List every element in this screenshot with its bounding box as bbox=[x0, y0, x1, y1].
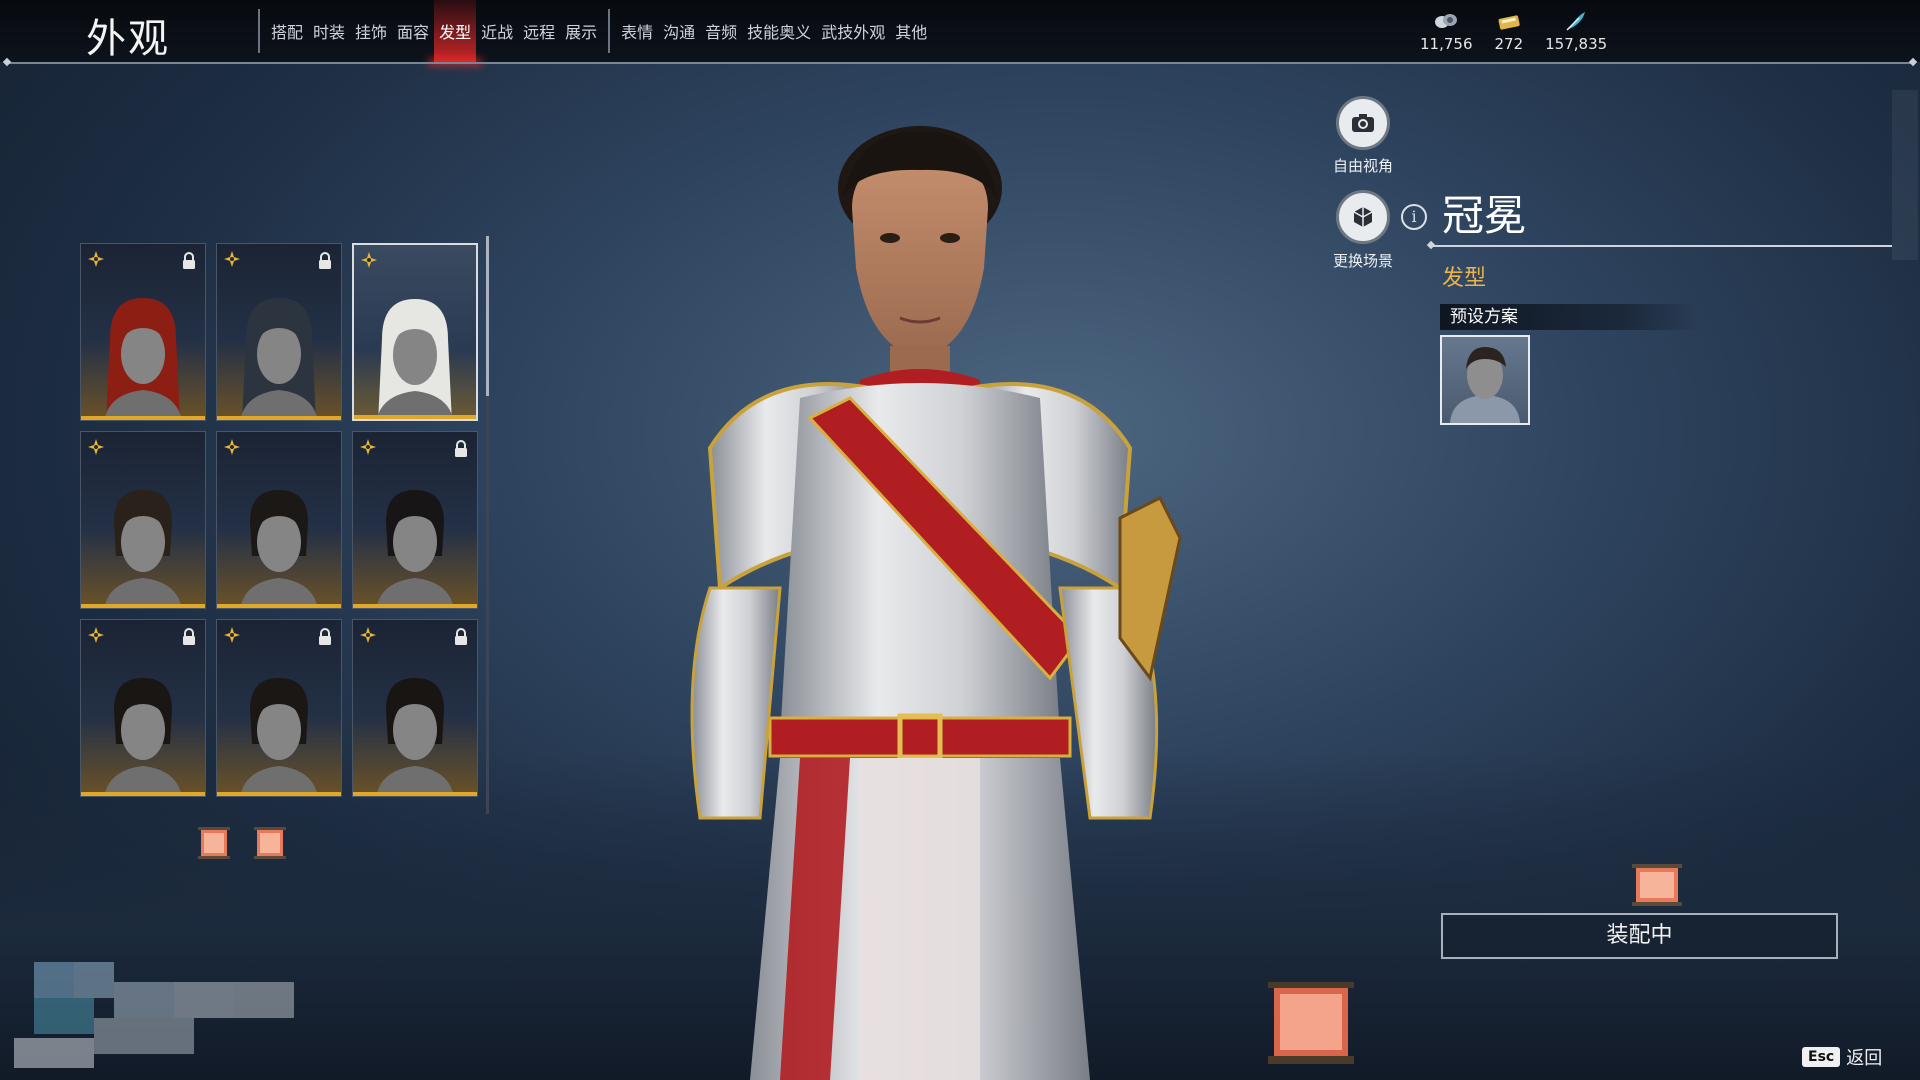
hair-preview-icon bbox=[240, 298, 318, 420]
change-scene-button[interactable] bbox=[1336, 190, 1390, 244]
rarity-star-icon bbox=[88, 439, 104, 455]
lock-icon bbox=[319, 628, 331, 645]
currency-ticket: 272 bbox=[1494, 10, 1524, 53]
rarity-star-icon bbox=[360, 627, 376, 643]
feather-icon bbox=[1566, 12, 1586, 31]
hair-preview-icon bbox=[376, 678, 454, 796]
rarity-star-icon bbox=[88, 251, 104, 267]
tab-tabs_group2-4[interactable]: 武技外观 bbox=[816, 0, 890, 62]
page-title: 外观 bbox=[86, 16, 170, 62]
hairstyle-grid bbox=[80, 243, 478, 797]
lantern-icon bbox=[1268, 982, 1354, 1064]
tab-tabs_group1-2[interactable]: 挂饰 bbox=[350, 0, 392, 62]
rarity-star-icon bbox=[361, 252, 377, 268]
lock-icon bbox=[319, 252, 331, 269]
hair-preview-icon bbox=[104, 298, 182, 420]
hairstyle-cell[interactable] bbox=[80, 619, 206, 797]
tab-tabs_group1-0[interactable]: 搭配 bbox=[266, 0, 308, 62]
currency-coin: 11,756 bbox=[1420, 10, 1473, 53]
rarity-star-icon bbox=[224, 627, 240, 643]
lock-icon bbox=[455, 628, 467, 645]
tab-tabs_group2-2[interactable]: 音频 bbox=[700, 0, 742, 62]
back-control[interactable]: Esc 返回 bbox=[1802, 1044, 1882, 1070]
esc-key: Esc bbox=[1802, 1047, 1841, 1067]
lock-icon bbox=[183, 628, 195, 645]
rarity-star-icon bbox=[360, 439, 376, 455]
character-model[interactable] bbox=[560, 118, 1280, 1080]
tab-tabs_group2-1[interactable]: 沟通 bbox=[658, 0, 700, 62]
lantern-icon bbox=[1632, 864, 1682, 906]
top-bar-divider bbox=[8, 62, 1912, 64]
item-category: 发型 bbox=[1442, 266, 1487, 291]
back-label: 返回 bbox=[1846, 1048, 1883, 1069]
item-name: 冠冕 bbox=[1442, 191, 1527, 240]
tab-tabs_group1-4[interactable]: 发型 bbox=[434, 0, 477, 62]
hairstyle-cell[interactable] bbox=[352, 619, 478, 797]
hair-preview-icon bbox=[376, 299, 454, 419]
hairstyle-cell[interactable] bbox=[216, 243, 342, 421]
currency-feather-value: 157,835 bbox=[1545, 35, 1608, 53]
preset-thumbnail[interactable] bbox=[1440, 335, 1530, 425]
info-icon[interactable]: i bbox=[1401, 204, 1427, 230]
hair-preview-icon bbox=[240, 678, 318, 796]
right-scrollbar[interactable] bbox=[1892, 90, 1918, 260]
rarity-star-icon bbox=[224, 251, 240, 267]
hair-preview-icon bbox=[104, 490, 182, 608]
coin-icon bbox=[1435, 14, 1458, 28]
hair-preview-icon bbox=[376, 490, 454, 608]
tab-tabs_group1-5[interactable]: 近战 bbox=[476, 0, 518, 62]
tab-tabs_group2-3[interactable]: 技能奥义 bbox=[742, 0, 816, 62]
equip-button[interactable]: 装配中 bbox=[1441, 913, 1838, 959]
grid-scrollbar-thumb[interactable] bbox=[486, 236, 489, 396]
currency-coin-value: 11,756 bbox=[1420, 35, 1473, 53]
hairstyle-cell[interactable] bbox=[216, 431, 342, 609]
item-name-divider bbox=[1432, 245, 1892, 247]
top-bar: 外观 搭配 时装 挂饰 面容 发型 近战 远程 展示 表情 沟通 音频 技能奥义 武技外观 其他 11,… bbox=[0, 0, 1920, 62]
preset-section-title: 预设方案 bbox=[1440, 304, 1700, 330]
hair-preview-icon bbox=[104, 678, 182, 796]
currency-bar: 11,756 272 157,835 bbox=[1420, 10, 1607, 53]
rarity-star-icon bbox=[88, 627, 104, 643]
preset-portrait-icon bbox=[1450, 347, 1520, 423]
blurred-user-info bbox=[14, 958, 354, 1074]
lock-icon bbox=[455, 440, 467, 457]
ticket-icon bbox=[1498, 15, 1520, 30]
tab-tabs_group1-3[interactable]: 面容 bbox=[392, 0, 434, 62]
hairstyle-cell[interactable] bbox=[216, 619, 342, 797]
tab-tabs_group1-1[interactable]: 时装 bbox=[308, 0, 350, 62]
tab-tabs_group2-5[interactable]: 其他 bbox=[890, 0, 932, 62]
lantern-icon bbox=[254, 827, 286, 859]
tab-tabs_group1-6[interactable]: 远程 bbox=[518, 0, 560, 62]
free-camera-label: 自由视角 bbox=[1332, 157, 1393, 175]
lantern-icon bbox=[198, 827, 230, 859]
hairstyle-cell[interactable] bbox=[80, 243, 206, 421]
cube-icon bbox=[1353, 207, 1373, 227]
currency-feather: 157,835 bbox=[1545, 10, 1607, 53]
rarity-star-icon bbox=[224, 439, 240, 455]
tab-group-extra: 表情 沟通 音频 技能奥义 武技外观 其他 bbox=[616, 0, 932, 62]
hairstyle-cell[interactable] bbox=[80, 431, 206, 609]
tab-tabs_group1-7[interactable]: 展示 bbox=[560, 0, 602, 62]
category-tabs: 搭配 时装 挂饰 面容 发型 近战 远程 展示 表情 沟通 音频 技能奥义 武技外观 其他 bbox=[252, 0, 932, 62]
tab-group-main: 搭配 时装 挂饰 面容 发型 近战 远程 展示 bbox=[266, 0, 602, 62]
lock-icon bbox=[183, 252, 195, 269]
tab-separator bbox=[608, 9, 611, 53]
change-scene-label: 更换场景 bbox=[1332, 252, 1393, 270]
tab-separator bbox=[258, 9, 260, 53]
lantern-decor-group bbox=[192, 823, 292, 863]
free-camera-button[interactable] bbox=[1336, 96, 1390, 150]
tab-tabs_group2-0[interactable]: 表情 bbox=[616, 0, 658, 62]
camera-icon bbox=[1352, 114, 1374, 132]
hairstyle-cell[interactable] bbox=[352, 243, 478, 421]
hair-preview-icon bbox=[240, 490, 318, 608]
hairstyle-cell[interactable] bbox=[352, 431, 478, 609]
currency-ticket-value: 272 bbox=[1494, 35, 1524, 53]
